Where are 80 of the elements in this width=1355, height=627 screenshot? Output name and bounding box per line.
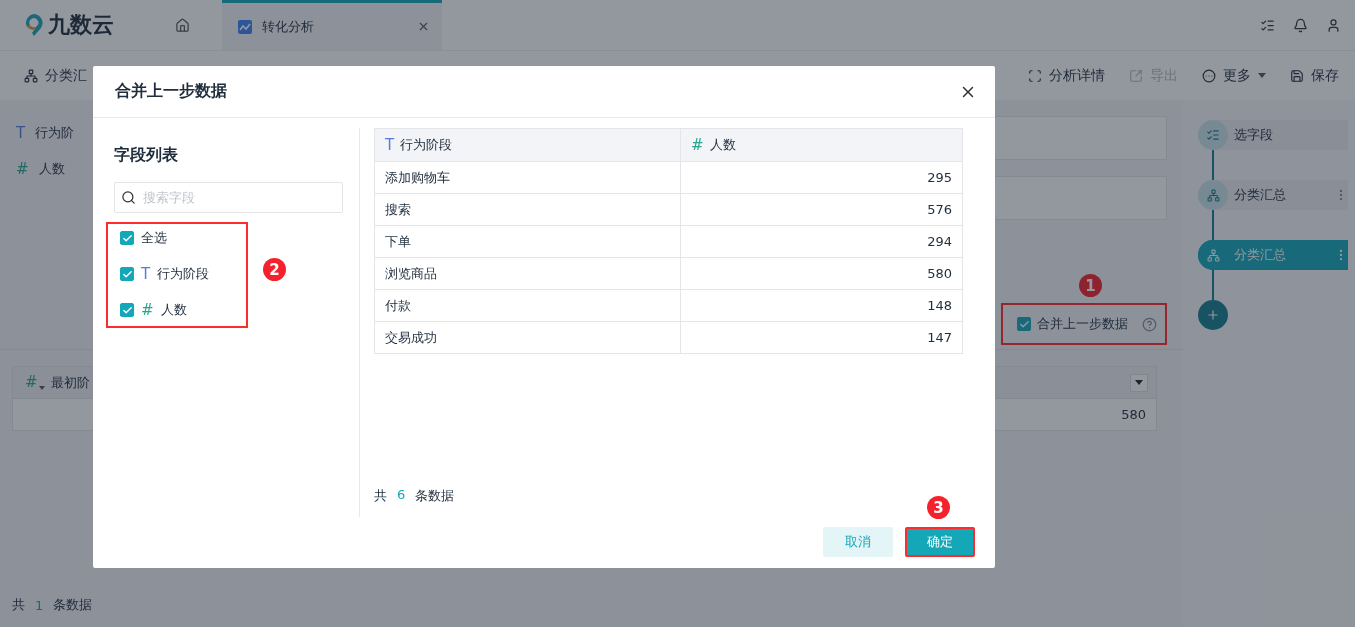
task-list-icon[interactable] <box>1260 17 1275 33</box>
field-checkbox[interactable] <box>120 231 134 245</box>
field-label: 全选 <box>141 229 167 247</box>
page-tab[interactable]: 转化分析 <box>222 0 442 50</box>
step-label: 选字段 <box>1234 126 1274 144</box>
table-cell: 147 <box>927 330 952 345</box>
toolbar-button[interactable]: 分类汇 <box>24 66 87 85</box>
table-cell-text: 580 <box>1120 406 1147 424</box>
step-item[interactable]: 分类汇总 <box>1198 180 1348 210</box>
user-icon[interactable] <box>1326 17 1341 33</box>
add-step-button[interactable] <box>1198 300 1228 330</box>
column-header: 行为阶段 <box>400 136 453 154</box>
field-name: 行为阶 <box>35 124 75 142</box>
text-type-icon: T <box>141 266 151 282</box>
search-icon <box>121 190 136 205</box>
column-header: 人数 <box>709 136 736 154</box>
hierarchy-icon <box>1206 248 1220 262</box>
more-icon <box>1202 68 1216 83</box>
number-type-icon: # <box>16 161 29 177</box>
toolbar-button[interactable]: 保存 <box>1290 66 1339 85</box>
caret-icon <box>1135 380 1143 385</box>
cancel-button[interactable]: 取消 <box>823 527 893 557</box>
dialog-title: 合并上一步数据 <box>115 81 228 102</box>
hierarchy-icon <box>24 68 38 83</box>
sort-caret-icon[interactable] <box>38 385 45 390</box>
footer-text: 共 <box>12 596 25 614</box>
table-cell: 294 <box>927 234 952 249</box>
column-title: 最初阶 <box>50 373 91 392</box>
field-select-icon <box>1206 128 1220 142</box>
step-badge: 3 <box>927 496 950 519</box>
field-checkbox[interactable] <box>120 267 134 281</box>
table-cell: 搜索 <box>385 200 411 219</box>
table-cell: 交易成功 <box>385 328 437 347</box>
close-icon[interactable] <box>417 20 430 33</box>
field-label: 人数 <box>160 301 187 319</box>
field-list-title: 字段列表 <box>114 145 179 166</box>
table-cell: 下单 <box>385 232 411 251</box>
field-label: 行为阶段 <box>157 265 210 283</box>
table-cell: 295 <box>927 170 952 185</box>
summary-text: 条数据 <box>415 487 455 505</box>
logo-icon <box>24 13 44 37</box>
step-label: 分类汇总 <box>1234 186 1287 204</box>
number-type-icon: # <box>141 302 154 318</box>
table-cell: 148 <box>927 298 952 313</box>
text-type-icon: T <box>385 137 395 153</box>
chart-icon <box>238 19 252 34</box>
step-badge: 1 <box>1079 274 1102 297</box>
plus-icon <box>1206 308 1220 322</box>
summary-text: 共 <box>374 487 387 505</box>
toolbar-button[interactable]: 更多 <box>1202 66 1266 85</box>
number-type-icon: # <box>691 137 704 153</box>
merge-checkbox[interactable] <box>1017 317 1031 331</box>
step-item[interactable]: 分类汇总 <box>1198 240 1348 270</box>
step-label: 分类汇总 <box>1234 246 1287 264</box>
field-name: 人数 <box>38 160 65 178</box>
bell-icon[interactable] <box>1293 17 1308 33</box>
footer-text: 条数据 <box>53 596 93 614</box>
hierarchy-icon <box>1206 188 1220 202</box>
table-cell: 浏览商品 <box>385 264 437 283</box>
step-item[interactable]: 选字段 <box>1198 120 1348 150</box>
table-cell: 580 <box>927 266 952 281</box>
field-checkbox[interactable] <box>120 303 134 317</box>
column-menu-button[interactable] <box>1130 373 1148 392</box>
search-field[interactable]: 搜索字段 <box>114 182 343 213</box>
help-icon[interactable] <box>1142 316 1157 332</box>
step-badge: 2 <box>263 258 286 281</box>
toolbar-button[interactable]: 分析详情 <box>1028 66 1105 85</box>
scan-icon <box>1028 68 1042 83</box>
table-cell: 添加购物车 <box>385 168 450 187</box>
save-icon <box>1290 68 1304 83</box>
text-type-icon: T <box>16 125 26 141</box>
caret-icon <box>1258 73 1266 78</box>
home-icon <box>174 17 190 33</box>
table-cell: 付款 <box>385 296 411 315</box>
number-type-icon: # <box>25 375 38 390</box>
logo-text: 九数云 <box>48 11 114 39</box>
row-count: 1 <box>35 597 44 613</box>
table-cell: 576 <box>927 202 952 217</box>
row-count: 6 <box>397 487 406 504</box>
export-icon <box>1129 68 1143 83</box>
